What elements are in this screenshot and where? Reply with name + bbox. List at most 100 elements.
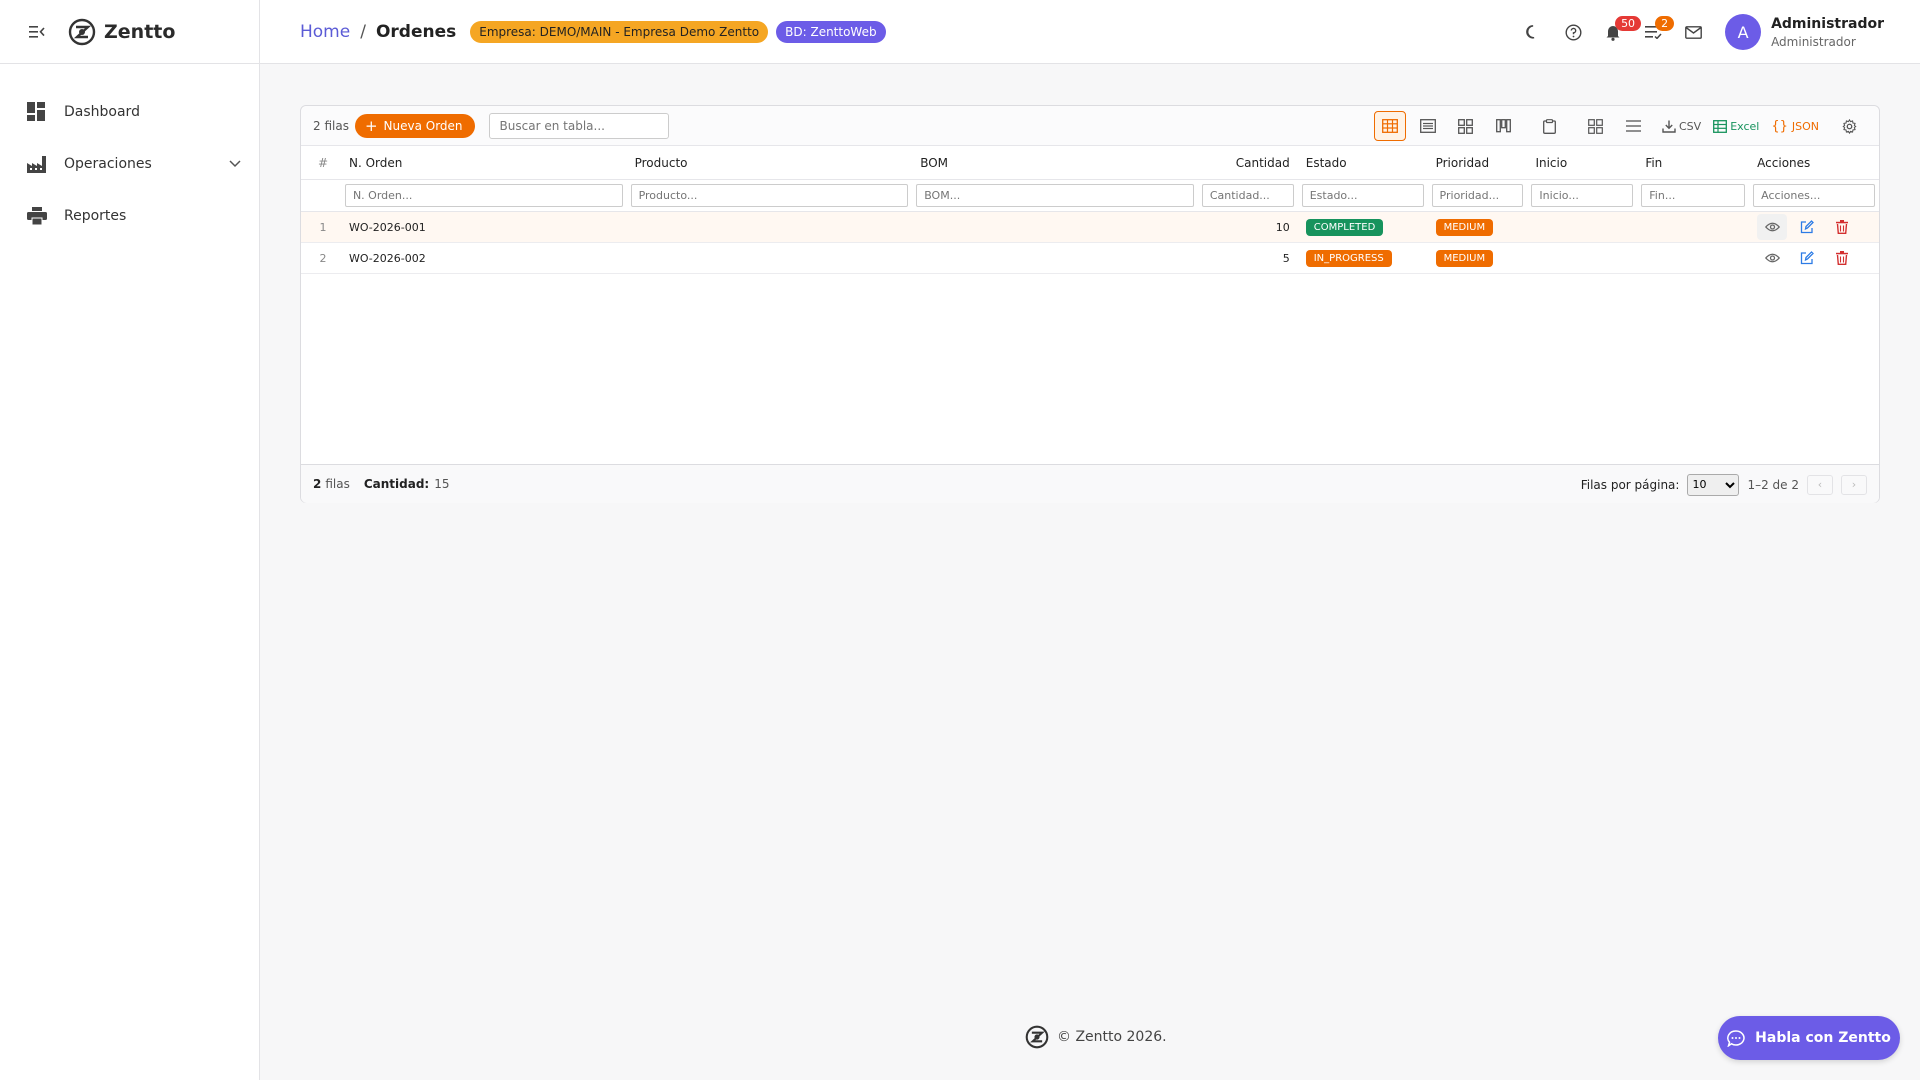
priority-badge: MEDIUM xyxy=(1435,218,1494,236)
sidebar-nav: Dashboard Operaciones Reportes xyxy=(0,64,259,242)
plus-icon: + xyxy=(364,116,378,135)
column-header-order[interactable]: N. Orden xyxy=(341,156,627,170)
rows-per-page-select[interactable]: 10 xyxy=(1687,473,1740,496)
column-header-end[interactable]: Fin xyxy=(1637,156,1749,170)
excel-icon xyxy=(1713,119,1728,133)
delete-trash-icon[interactable] xyxy=(1827,245,1857,271)
footer-qty-total: 15 xyxy=(434,477,450,491)
database-badge[interactable]: BD: ZenttoWeb xyxy=(776,20,886,43)
edit-icon[interactable] xyxy=(1792,214,1822,240)
status-badge: COMPLETED xyxy=(1305,218,1384,236)
new-order-button[interactable]: + Nueva Orden xyxy=(354,113,475,138)
chat-button-label: Habla con Zentto xyxy=(1755,1030,1891,1046)
list-view-icon[interactable] xyxy=(1412,111,1444,141)
brand-name: Zentto xyxy=(104,20,176,43)
grid-footer: 2 filas Cantidad: 15 Filas por página: 1… xyxy=(301,464,1879,503)
export-excel-button[interactable]: Excel xyxy=(1713,120,1759,133)
dark-mode-icon[interactable] xyxy=(1513,12,1553,52)
row-index: 2 xyxy=(319,251,327,265)
row-actions xyxy=(1749,245,1879,271)
filter-quantity-input[interactable] xyxy=(1201,184,1294,207)
export-json-button[interactable]: {} JSON xyxy=(1771,119,1819,134)
sidebar-item-operaciones[interactable]: Operaciones xyxy=(0,138,259,190)
sidebar-item-label: Reportes xyxy=(64,208,127,224)
density-icon[interactable] xyxy=(1618,111,1650,141)
copyright-text: © Zentto 2026. xyxy=(1057,1029,1167,1045)
filter-status-input[interactable] xyxy=(1301,184,1424,207)
copyright: © Zentto 2026. xyxy=(1025,1025,1167,1049)
help-icon[interactable] xyxy=(1553,12,1593,52)
printer-icon xyxy=(26,205,48,227)
tasks-badge: 2 xyxy=(1655,16,1675,31)
notifications-icon[interactable]: 50 xyxy=(1593,12,1642,52)
next-page-button[interactable]: › xyxy=(1841,474,1867,495)
column-header-actions: Acciones xyxy=(1757,155,1811,170)
excel-label: Excel xyxy=(1730,119,1760,133)
orders-grid-panel: 2 filas + Nueva Orden Buscar en tabla...… xyxy=(300,105,1880,503)
sidebar-item-dashboard[interactable]: Dashboard xyxy=(0,86,259,138)
rows-per-page-label: Filas por página: xyxy=(1580,477,1680,492)
breadcrumb-home[interactable]: Home xyxy=(300,22,350,42)
row-index: 1 xyxy=(319,220,327,234)
filter-actions-input[interactable] xyxy=(1753,184,1875,207)
table-row[interactable]: 2 WO-2026-002 5 IN_PROGRESS MEDIUM xyxy=(301,243,1879,274)
table-row[interactable]: 1 WO-2026-001 10 COMPLETED MEDIUM xyxy=(301,212,1879,243)
footer-qty-label: Cantidad: xyxy=(363,477,430,491)
avatar[interactable]: A xyxy=(1725,14,1762,50)
row-count: 2 filas xyxy=(313,118,349,133)
view-eye-icon[interactable] xyxy=(1757,245,1787,271)
zentto-logo-icon xyxy=(68,18,96,45)
column-header-index: # xyxy=(317,155,329,170)
pagination: Filas por página: 10 1–2 de 2 ‹ › xyxy=(1581,465,1867,504)
filter-start-input[interactable] xyxy=(1531,184,1634,207)
brand[interactable]: Zentto xyxy=(68,18,175,46)
collapse-menu-icon[interactable] xyxy=(28,23,46,41)
sidebar: Zentto Dashboard Operaciones Reportes xyxy=(0,0,260,1080)
column-header-start[interactable]: Inicio xyxy=(1527,156,1637,170)
orders-table: # N. Orden Producto BOM Cantidad Estado … xyxy=(301,146,1879,274)
user-name: Administrador xyxy=(1771,15,1884,32)
column-header-quantity[interactable]: Cantidad xyxy=(1198,156,1298,170)
cards-view-icon[interactable] xyxy=(1450,111,1482,141)
table-view-icon[interactable] xyxy=(1373,111,1406,141)
order-number: WO-2026-002 xyxy=(348,251,426,265)
priority-badge: MEDIUM xyxy=(1435,249,1494,267)
column-header-priority[interactable]: Prioridad xyxy=(1428,156,1528,170)
export-csv-button[interactable]: CSV xyxy=(1662,120,1701,133)
footer-row-count: 2 xyxy=(313,477,322,491)
factory-icon xyxy=(26,153,48,175)
csv-label: CSV xyxy=(1678,119,1702,133)
prev-page-button[interactable]: ‹ xyxy=(1807,474,1833,495)
user-info[interactable]: Administrador Administrador xyxy=(1771,16,1884,49)
empresa-badge[interactable]: Empresa: DEMO/MAIN - Empresa Demo Zentto xyxy=(470,20,769,43)
page-range: 1–2 de 2 xyxy=(1747,477,1799,492)
column-grid-icon[interactable] xyxy=(1580,111,1612,141)
table-header-row: # N. Orden Producto BOM Cantidad Estado … xyxy=(301,146,1879,180)
edit-icon[interactable] xyxy=(1792,245,1822,271)
filter-bom-input[interactable] xyxy=(916,184,1194,207)
chevron-down-icon[interactable] xyxy=(229,156,241,172)
column-header-product[interactable]: Producto xyxy=(627,156,913,170)
filter-end-input[interactable] xyxy=(1641,184,1746,207)
column-header-status[interactable]: Estado xyxy=(1298,156,1428,170)
clipboard-icon[interactable] xyxy=(1534,111,1566,141)
chat-with-zentto-button[interactable]: Habla con Zentto xyxy=(1718,1016,1900,1060)
chat-bubble-icon xyxy=(1727,1029,1745,1047)
settings-gear-icon[interactable] xyxy=(1833,111,1865,141)
filter-order-input[interactable] xyxy=(344,184,623,207)
mail-icon[interactable] xyxy=(1673,12,1713,52)
kanban-view-icon[interactable] xyxy=(1488,111,1520,141)
filter-priority-input[interactable] xyxy=(1431,184,1524,207)
table-filter-row xyxy=(301,180,1879,212)
sidebar-item-reportes[interactable]: Reportes xyxy=(0,190,259,242)
view-tools: CSV Excel {} JSON xyxy=(1368,106,1865,146)
tasks-icon[interactable]: 2 xyxy=(1633,12,1675,52)
delete-trash-icon[interactable] xyxy=(1827,214,1857,240)
top-header: Home / Ordenes Empresa: DEMO/MAIN - Empr… xyxy=(260,0,1920,64)
view-eye-icon[interactable] xyxy=(1757,214,1788,240)
table-search-input[interactable] xyxy=(488,112,669,139)
row-actions xyxy=(1749,214,1879,240)
filter-product-input[interactable] xyxy=(630,184,909,207)
breadcrumb-current: Ordenes xyxy=(375,21,457,42)
column-header-bom[interactable]: BOM xyxy=(912,156,1198,170)
